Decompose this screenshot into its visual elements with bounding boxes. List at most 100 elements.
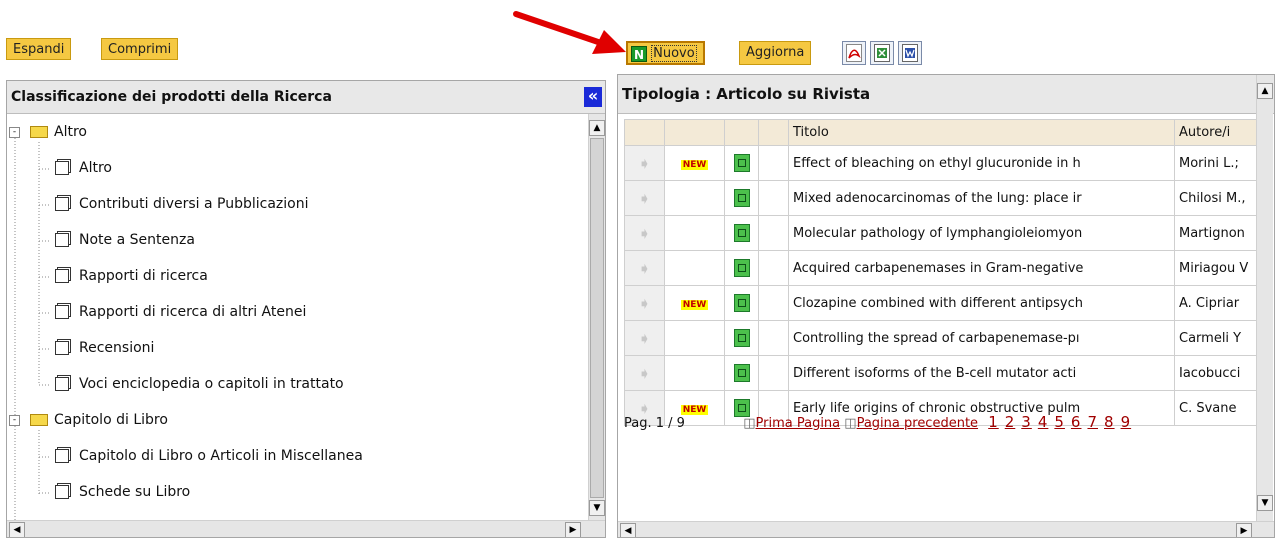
lock-icon[interactable] xyxy=(733,189,750,207)
scroll-right-button[interactable]: ▶ xyxy=(565,522,581,537)
column-header-title[interactable]: Titolo xyxy=(788,119,1175,146)
arrow-right-icon[interactable]: ➧ xyxy=(638,364,651,383)
document-icon xyxy=(55,269,69,283)
table-row[interactable]: ➧ NEW Clozapine combined with different an… xyxy=(624,285,1271,321)
page-number-link[interactable]: 4 xyxy=(1038,413,1049,431)
grid-vertical-scrollbar[interactable]: ▲ ▼ xyxy=(1256,75,1273,521)
arrow-right-icon[interactable]: ➧ xyxy=(638,224,651,243)
prev-page-link[interactable]: Pagina precedente xyxy=(857,416,978,431)
lock-cell[interactable] xyxy=(724,285,759,321)
scroll-thumb[interactable] xyxy=(590,138,604,498)
arrow-right-icon[interactable]: ➧ xyxy=(638,329,651,348)
row-open-cell[interactable]: ➧ xyxy=(624,355,665,391)
lock-cell[interactable] xyxy=(724,145,759,181)
lock-icon[interactable] xyxy=(733,364,750,382)
tree-item[interactable]: Rapporti di ricerca di altri Atenei xyxy=(55,294,306,330)
grid-scroll-down-button[interactable]: ▼ xyxy=(1257,495,1273,511)
page-number-link[interactable]: 9 xyxy=(1121,413,1132,431)
table-row[interactable]: ➧ Different isoforms of the B-cell mutato… xyxy=(624,355,1271,391)
page-number-link[interactable]: 7 xyxy=(1087,413,1098,431)
document-icon xyxy=(55,305,69,319)
title-cell[interactable]: Acquired carbapenemases in Gram-negative xyxy=(788,250,1175,286)
title-cell[interactable]: Effect of bleaching on ethyl glucuronide… xyxy=(788,145,1175,181)
new-button[interactable]: N Nuovo xyxy=(626,41,705,65)
lock-cell[interactable] xyxy=(724,215,759,251)
table-header-row: Titolo Autore/i xyxy=(624,119,1271,146)
pagination: Pag. 1 / 9 ◫Prima Pagina ◫Pagina precede… xyxy=(624,413,1137,431)
arrow-right-icon[interactable]: ➧ xyxy=(638,189,651,208)
table-row[interactable]: ➧ Mixed adenocarcinomas of the lung: plac… xyxy=(624,180,1271,216)
page-number-link[interactable]: 1 xyxy=(988,413,999,431)
collapse-node-icon[interactable]: - xyxy=(9,414,20,426)
expand-button[interactable]: Espandi xyxy=(6,38,72,60)
arrow-right-icon[interactable]: ➧ xyxy=(638,294,651,313)
tree-folder[interactable]: - Capitolo di Libro xyxy=(9,402,168,438)
lock-cell[interactable] xyxy=(724,355,759,391)
title-cell[interactable]: Molecular pathology of lymphangioleiomyo… xyxy=(788,215,1175,251)
tree-folder-label: Capitolo di Libro xyxy=(54,412,168,428)
excel-icon xyxy=(874,44,890,62)
table-row[interactable]: ➧ Acquired carbapenemases in Gram-negativ… xyxy=(624,250,1271,286)
scroll-left-button[interactable]: ◀ xyxy=(9,522,25,537)
arrow-right-icon[interactable]: ➧ xyxy=(638,154,651,173)
tree-item[interactable]: Voci enciclopedia o capitoli in trattato xyxy=(55,366,344,402)
title-cell[interactable]: Different isoforms of the B-cell mutator… xyxy=(788,355,1175,391)
first-page-link[interactable]: Prima Pagina xyxy=(756,416,841,431)
row-open-cell[interactable]: ➧ xyxy=(624,250,665,286)
collapse-panel-button[interactable]: « xyxy=(584,87,602,107)
products-panel-title: Tipologia : Articolo su Rivista xyxy=(622,85,871,103)
grid-scroll-right-button[interactable]: ▶ xyxy=(1236,523,1252,537)
tree-horizontal-scrollbar[interactable]: ◀ ▶ xyxy=(7,520,605,537)
first-page-icon: ◫ xyxy=(743,416,756,431)
row-open-cell[interactable]: ➧ xyxy=(624,320,665,356)
tree-vertical-scrollbar[interactable]: ▲ ▼ xyxy=(588,114,605,521)
lock-cell[interactable] xyxy=(724,250,759,286)
lock-icon[interactable] xyxy=(733,224,750,242)
excel-export-button[interactable] xyxy=(870,41,894,65)
tree-item[interactable]: Schede su Libro xyxy=(55,474,190,510)
lock-icon[interactable] xyxy=(733,329,750,347)
collapse-button[interactable]: Comprimi xyxy=(101,38,179,60)
tree-item[interactable]: Note a Sentenza xyxy=(55,222,195,258)
grid-scroll-up-button[interactable]: ▲ xyxy=(1257,83,1273,99)
scroll-up-button[interactable]: ▲ xyxy=(589,120,605,136)
tree-item-label: Capitolo di Libro o Articoli in Miscella… xyxy=(79,448,363,464)
collapse-node-icon[interactable]: - xyxy=(9,126,20,138)
tree-item[interactable]: Rapporti di ricerca xyxy=(55,258,208,294)
row-open-cell[interactable]: ➧ xyxy=(624,180,665,216)
table-row[interactable]: ➧ Controlling the spread of carbapenemase… xyxy=(624,320,1271,356)
empty-cell xyxy=(758,180,789,216)
tree-item[interactable]: Altro xyxy=(55,150,112,186)
page-number-link[interactable]: 5 xyxy=(1054,413,1065,431)
lock-icon[interactable] xyxy=(733,154,750,172)
page-number-link[interactable]: 3 xyxy=(1021,413,1032,431)
table-row[interactable]: ➧ Molecular pathology of lymphangioleiomy… xyxy=(624,215,1271,251)
title-cell[interactable]: Mixed adenocarcinomas of the lung: place… xyxy=(788,180,1175,216)
header-blank xyxy=(664,119,725,146)
title-cell[interactable]: Clozapine combined with different antips… xyxy=(788,285,1175,321)
lock-icon[interactable] xyxy=(733,294,750,312)
tree-folder[interactable]: - Altro xyxy=(9,114,87,150)
arrow-right-icon[interactable]: ➧ xyxy=(638,259,651,278)
tree-item[interactable]: Capitolo di Libro o Articoli in Miscella… xyxy=(55,438,363,474)
tree-item-label: Voci enciclopedia o capitoli in trattato xyxy=(79,376,344,392)
title-cell[interactable]: Controlling the spread of carbapenemase-… xyxy=(788,320,1175,356)
pdf-export-button[interactable] xyxy=(842,41,866,65)
scroll-down-button[interactable]: ▼ xyxy=(589,500,605,516)
grid-scroll-left-button[interactable]: ◀ xyxy=(620,523,636,537)
row-open-cell[interactable]: ➧ xyxy=(624,285,665,321)
word-export-button[interactable] xyxy=(898,41,922,65)
page-number-link[interactable]: 8 xyxy=(1104,413,1115,431)
page-number-link[interactable]: 2 xyxy=(1005,413,1016,431)
refresh-button[interactable]: Aggiorna xyxy=(739,41,812,65)
grid-horizontal-scrollbar[interactable]: ◀ ▶ xyxy=(618,521,1274,537)
row-open-cell[interactable]: ➧ xyxy=(624,145,665,181)
page-number-link[interactable]: 6 xyxy=(1071,413,1082,431)
lock-cell[interactable] xyxy=(724,180,759,216)
table-row[interactable]: ➧ NEW Effect of bleaching on ethyl glucuro… xyxy=(624,145,1271,181)
tree-item[interactable]: Contributi diversi a Pubblicazioni xyxy=(55,186,309,222)
lock-cell[interactable] xyxy=(724,320,759,356)
row-open-cell[interactable]: ➧ xyxy=(624,215,665,251)
tree-item[interactable]: Recensioni xyxy=(55,330,154,366)
lock-icon[interactable] xyxy=(733,259,750,277)
